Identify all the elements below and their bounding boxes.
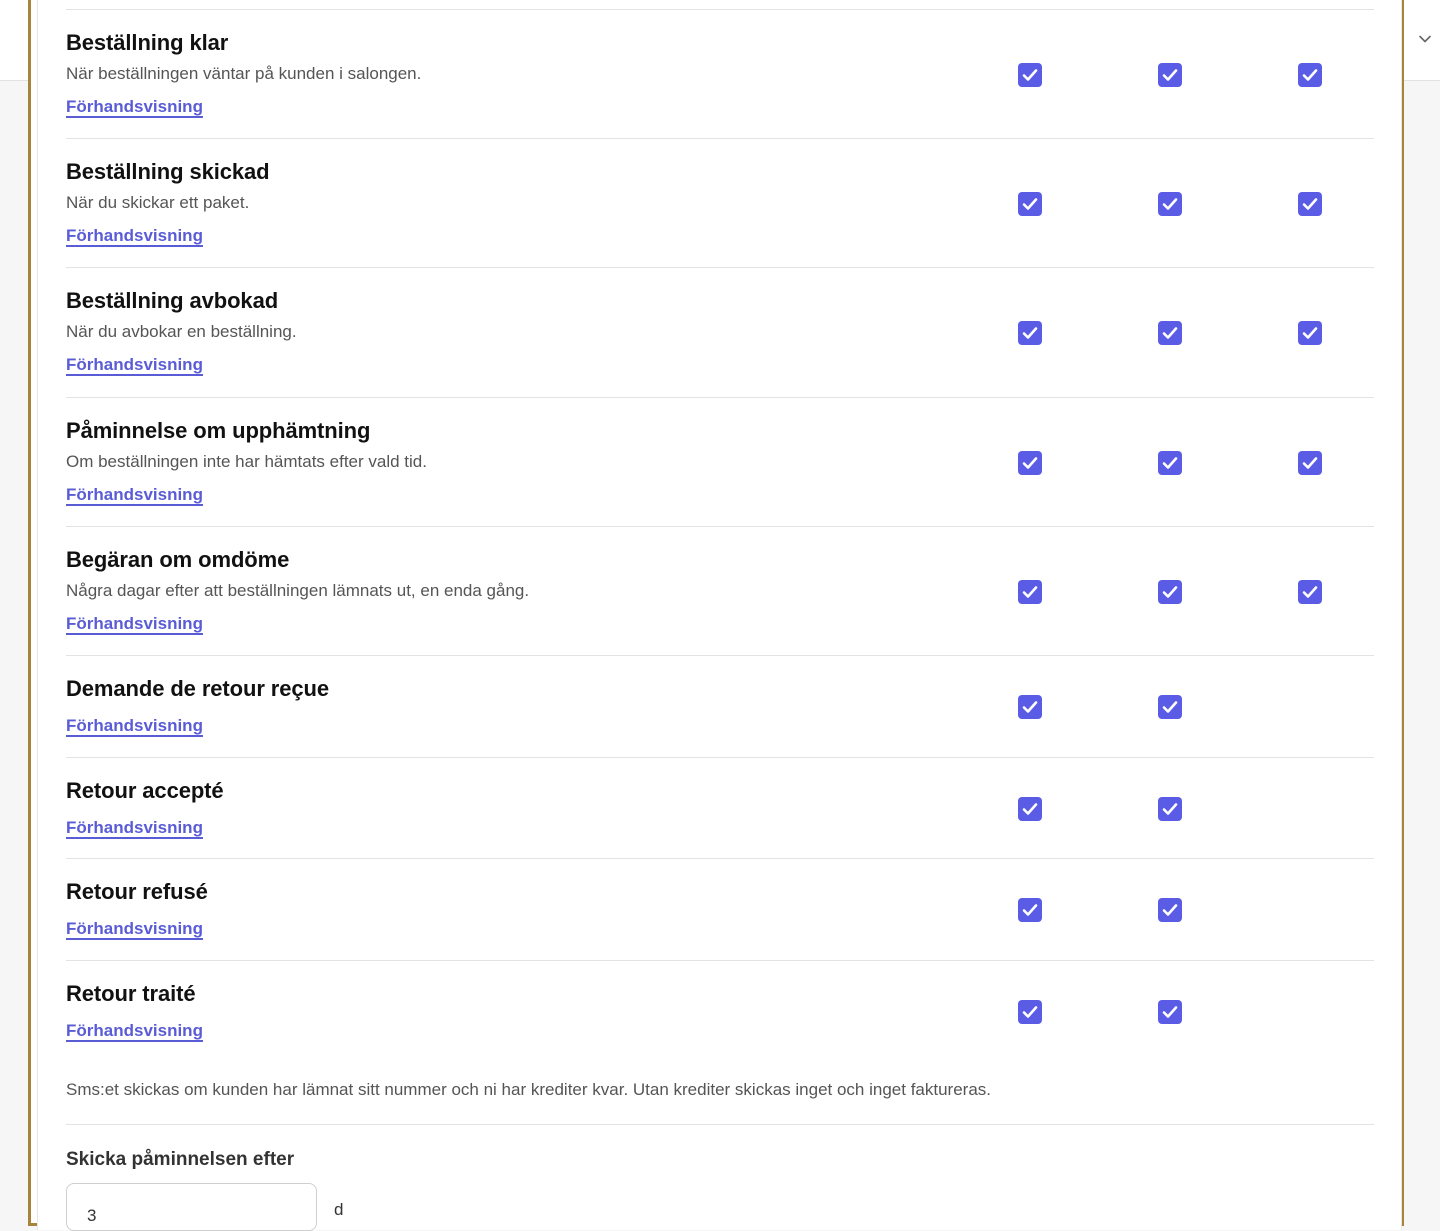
channel-checkbox[interactable]	[1018, 63, 1042, 87]
notification-title: Retour refusé	[66, 879, 208, 904]
notification-row: Demande de retour reçue Förhandsvisning	[66, 656, 1374, 758]
channel-checkbox[interactable]	[1018, 580, 1042, 604]
channel-checkbox[interactable]	[1158, 1000, 1182, 1024]
notification-description: Några dagar efter att beställningen lämn…	[66, 581, 530, 600]
divider	[66, 1124, 1374, 1125]
reminder-label: Skicka påminnelsen efter	[66, 1149, 295, 1170]
notification-row: Begäran om omdöme Några dagar efter att b…	[66, 527, 1374, 656]
sms-note: Sms:et skickas om kunden har lämnat sitt…	[66, 1080, 991, 1099]
channel-checkbox[interactable]	[1018, 1000, 1042, 1024]
preview-link[interactable]: Förhandsvisning	[66, 614, 203, 634]
notification-title: Beställning klar	[66, 30, 229, 55]
channel-checkbox[interactable]	[1018, 695, 1042, 719]
notification-row: Beställning skickad När du skickar ett pa…	[66, 139, 1374, 268]
notification-title: Påminnelse om upphämtning	[66, 418, 371, 443]
checkmark-icon	[1022, 586, 1038, 598]
checkmark-icon	[1022, 701, 1038, 713]
checkmark-icon	[1162, 327, 1178, 339]
checkmark-icon	[1162, 457, 1178, 469]
notification-row: Påminnelse om upphämtning Om beställninge…	[66, 398, 1374, 527]
channel-checkbox[interactable]	[1158, 695, 1182, 719]
channel-checkbox[interactable]	[1018, 898, 1042, 922]
channel-checkbox[interactable]	[1158, 451, 1182, 475]
checkmark-icon	[1302, 586, 1318, 598]
checkmark-icon	[1162, 803, 1178, 815]
channel-checkbox[interactable]	[1018, 321, 1042, 345]
channel-checkbox[interactable]	[1018, 451, 1042, 475]
preview-link[interactable]: Förhandsvisning	[66, 716, 203, 736]
channel-checkbox[interactable]	[1298, 451, 1322, 475]
notification-title: Beställning avbokad	[66, 288, 279, 313]
channel-checkbox[interactable]	[1298, 63, 1322, 87]
notification-title: Begäran om omdöme	[66, 547, 290, 572]
checkmark-icon	[1022, 457, 1038, 469]
notification-row: Beställning klar När beställningen väntar…	[66, 10, 1374, 139]
checkmark-icon	[1162, 198, 1178, 210]
preview-link[interactable]: Förhandsvisning	[66, 226, 203, 246]
channel-checkbox[interactable]	[1158, 797, 1182, 821]
notification-title: Retour traité	[66, 981, 196, 1006]
notification-description: När du skickar ett paket.	[66, 193, 250, 212]
notification-title: Beställning skickad	[66, 159, 270, 184]
channel-checkbox[interactable]	[1158, 63, 1182, 87]
checkmark-icon	[1302, 198, 1318, 210]
checkmark-icon	[1022, 198, 1038, 210]
preview-link[interactable]: Förhandsvisning	[66, 818, 203, 838]
channel-checkbox[interactable]	[1018, 192, 1042, 216]
preview-link[interactable]: Förhandsvisning	[66, 919, 203, 939]
chevron-down-icon[interactable]	[1416, 30, 1434, 48]
checkmark-icon	[1022, 1006, 1038, 1018]
channel-checkbox[interactable]	[1158, 898, 1182, 922]
checkmark-icon	[1302, 69, 1318, 81]
checkmark-icon	[1162, 1006, 1178, 1018]
preview-link[interactable]: Förhandsvisning	[66, 1021, 203, 1041]
preview-link[interactable]: Förhandsvisning	[66, 97, 203, 117]
checkmark-icon	[1022, 327, 1038, 339]
notification-title: Demande de retour reçue	[66, 676, 330, 701]
checkmark-icon	[1302, 457, 1318, 469]
channel-checkbox[interactable]	[1298, 192, 1322, 216]
checkmark-icon	[1162, 586, 1178, 598]
channel-checkbox[interactable]	[1158, 321, 1182, 345]
checkmark-icon	[1022, 904, 1038, 916]
checkmark-icon	[1022, 69, 1038, 81]
channel-checkbox[interactable]	[1158, 192, 1182, 216]
preview-link[interactable]: Förhandsvisning	[66, 485, 203, 505]
notification-description: När du avbokar en beställning.	[66, 322, 297, 341]
checkmark-icon	[1162, 904, 1178, 916]
checkmark-icon	[1162, 69, 1178, 81]
reminder-unit: d	[334, 1200, 344, 1219]
notification-row: Beställning avbokad När du avbokar en bes…	[66, 268, 1374, 398]
notification-description: När beställningen väntar på kunden i sal…	[66, 64, 422, 83]
checkmark-icon	[1162, 701, 1178, 713]
channel-checkbox[interactable]	[1298, 580, 1322, 604]
preview-link[interactable]: Förhandsvisning	[66, 355, 203, 375]
notification-description: Om beställningen inte har hämtats efter …	[66, 452, 427, 471]
channel-checkbox[interactable]	[1018, 797, 1042, 821]
checkmark-icon	[1302, 327, 1318, 339]
notification-row: Retour traité Förhandsvisning	[66, 961, 1374, 1071]
notification-title: Retour accepté	[66, 778, 224, 803]
notification-row: Retour accepté Förhandsvisning	[66, 758, 1374, 859]
channel-checkbox[interactable]	[1158, 580, 1182, 604]
checkmark-icon	[1022, 803, 1038, 815]
reminder-days-input[interactable]	[66, 1183, 317, 1231]
notification-row: Retour refusé Förhandsvisning	[66, 859, 1374, 961]
channel-checkbox[interactable]	[1298, 321, 1322, 345]
